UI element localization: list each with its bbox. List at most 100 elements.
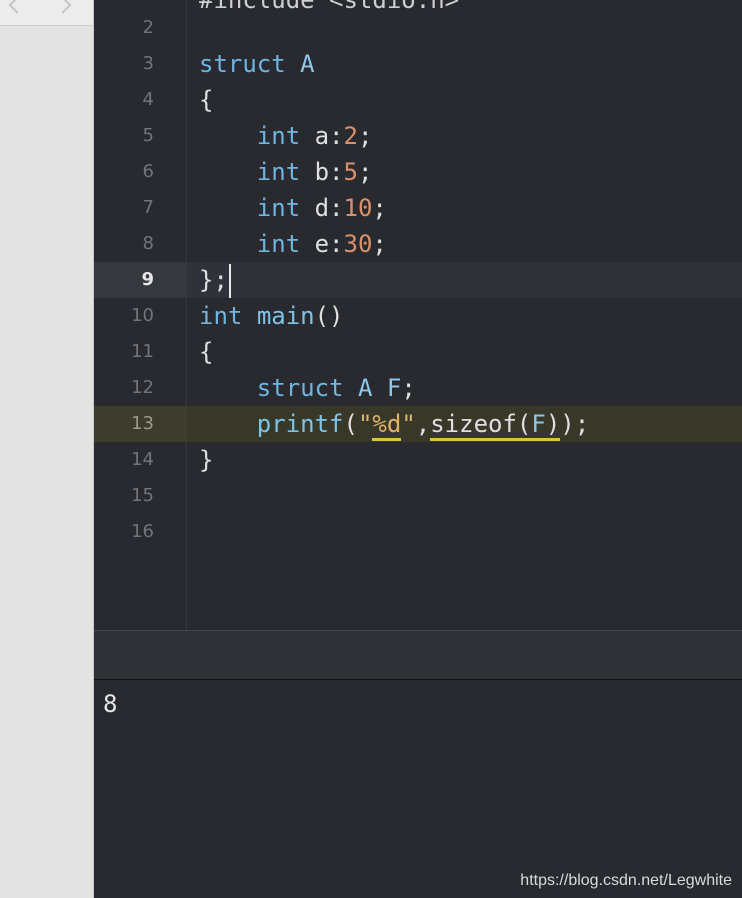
code-text: int a:2; (199, 118, 373, 154)
code-token: { (199, 86, 214, 114)
code-line-15[interactable]: 15 (94, 478, 742, 514)
code-line-8[interactable]: 8 int e:30; (94, 226, 742, 262)
code-token: printf (256, 410, 344, 438)
line-number: 2 (142, 17, 154, 38)
code-line-7[interactable]: 7 int d:10; (94, 190, 742, 226)
code-line-3[interactable]: 3 struct A (94, 46, 742, 82)
code-token: ; (372, 194, 387, 222)
code-token: () (314, 302, 344, 330)
code-token: { (199, 338, 214, 366)
code-line-4[interactable]: 4{ (94, 82, 742, 118)
code-line-16[interactable]: 16 (94, 514, 742, 550)
line-number: 7 (142, 197, 154, 218)
code-line-14[interactable]: 14} (94, 442, 742, 478)
code-token: 2 (343, 122, 358, 150)
code-token: ; (372, 230, 387, 258)
console-text: 8 (103, 690, 118, 718)
code-token: ) (545, 410, 561, 441)
code-token: b: (300, 158, 344, 186)
code-text: int e:30; (199, 226, 387, 262)
console-output[interactable]: 8 https://blog.csdn.net/Legwhite (94, 680, 742, 898)
code-token: 30 (343, 230, 373, 258)
debug-bar (94, 630, 742, 680)
code-token: e: (300, 230, 344, 258)
code-token: int (256, 158, 301, 186)
line-number: 14 (131, 449, 154, 470)
line-number: 3 (142, 53, 154, 74)
code-text: int d:10; (199, 190, 387, 226)
line-number: 4 (142, 89, 154, 110)
code-text: } (199, 442, 213, 478)
code-text: { (199, 334, 213, 370)
code-token: struct (256, 374, 344, 402)
code-line-11[interactable]: 11 { (94, 334, 742, 370)
code-token: F (386, 374, 402, 402)
code-token: A (357, 374, 373, 402)
code-text: { (199, 82, 213, 118)
navigator-sidebar (0, 0, 94, 898)
code-token: int (256, 194, 301, 222)
code-token: , (415, 410, 431, 438)
code-token: int (199, 302, 243, 330)
code-line-13[interactable]: 13 printf("%d",sizeof(F)); (94, 406, 742, 442)
code-token: d: (300, 194, 344, 222)
code-line-12[interactable]: 12 struct A F; (94, 370, 742, 406)
code-token: %d (372, 410, 402, 441)
code-token: A (300, 50, 315, 78)
code-line-5[interactable]: 5 int a:2; (94, 118, 742, 154)
code-token: int (256, 122, 301, 150)
code-line-2[interactable]: 2 (94, 10, 742, 46)
line-number: 15 (131, 485, 154, 506)
code-token: ; (401, 374, 416, 402)
code-text: }; (199, 262, 231, 298)
code-token: F (531, 410, 546, 441)
line-number: 5 (142, 125, 154, 146)
code-token: 5 (343, 158, 358, 186)
code-token: ( (343, 410, 358, 438)
code-token: } (199, 446, 214, 474)
code-text: int main() (199, 298, 344, 334)
code-token: 10 (343, 194, 373, 222)
line-number: 13 (94, 406, 187, 442)
code-token: a: (300, 122, 344, 150)
code-text: printf("%d",sizeof(F)); (199, 406, 589, 442)
code-line-6[interactable]: 6 int b:5; (94, 154, 742, 190)
code-token: struct (199, 50, 286, 78)
line-number: 9 (94, 262, 187, 298)
code-text: struct A (199, 46, 315, 82)
code-line-9[interactable]: 9}; (94, 262, 742, 298)
line-number: 6 (142, 161, 154, 182)
code-token: main (256, 302, 315, 330)
code-line-10[interactable]: 10 int main() (94, 298, 742, 334)
code-token: " (357, 410, 373, 438)
code-token: }; (199, 266, 228, 294)
chevron-right-icon[interactable] (52, 0, 74, 16)
line-number: 11 (131, 341, 154, 362)
code-token: ); (560, 410, 590, 438)
line-number: 16 (131, 521, 154, 542)
line-number: 8 (142, 233, 154, 254)
code-editor[interactable]: #include <stdio.h> 2 3 struct A 4{5 int a:2… (94, 0, 742, 630)
line-number: 10 (131, 305, 154, 326)
chevron-left-icon[interactable] (6, 0, 28, 16)
code-token: int (256, 230, 301, 258)
code-token: " (401, 410, 416, 438)
code-text: struct A F; (199, 370, 416, 406)
code-token: ; (357, 158, 373, 186)
code-text: int b:5; (199, 154, 373, 190)
navigation-bar (0, 0, 93, 26)
watermark: https://blog.csdn.net/Legwhite (520, 872, 732, 889)
line-number: 12 (131, 377, 154, 398)
code-token: sizeof( (430, 410, 532, 441)
code-token: ; (357, 122, 373, 150)
